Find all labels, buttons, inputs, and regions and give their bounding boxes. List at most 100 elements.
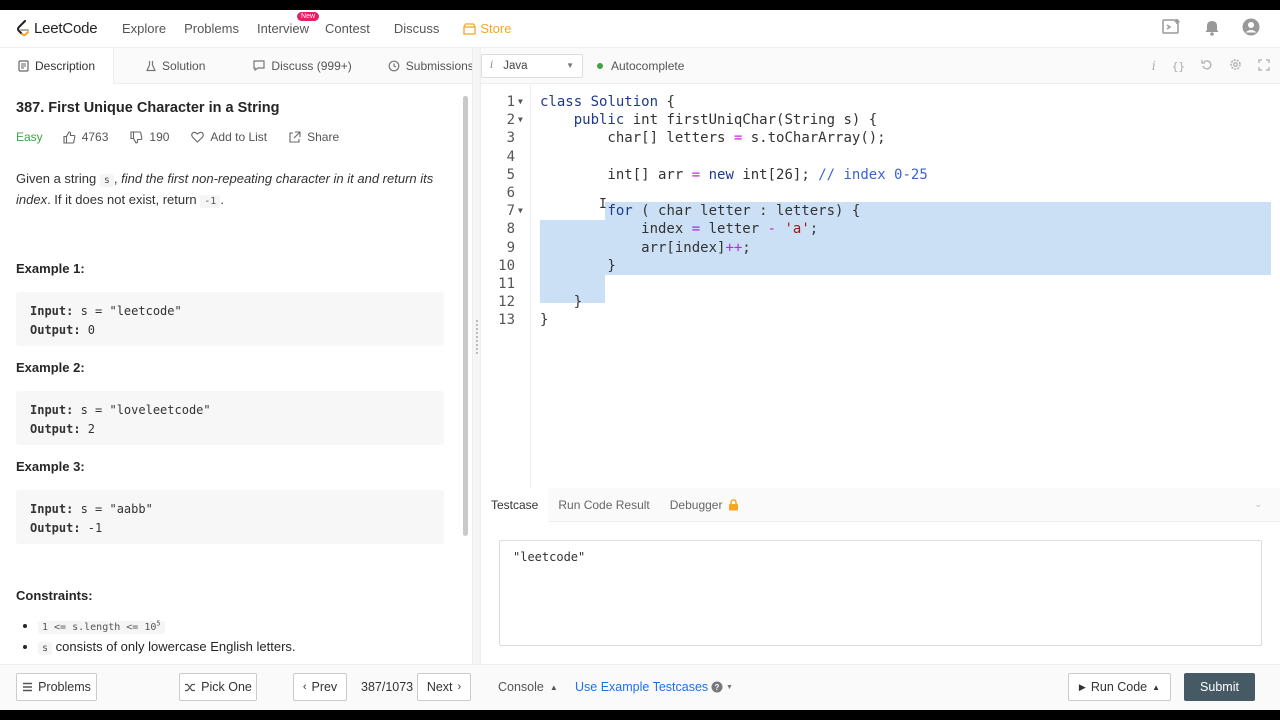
prev-button[interactable]: ‹ Prev (293, 673, 347, 701)
constraint-1-code: 1 <= s.length <= 105 (38, 620, 165, 635)
share-label: Share (307, 130, 340, 144)
fullscreen-icon[interactable] (1258, 58, 1270, 74)
example-3-output: Output: -1 (30, 521, 103, 535)
status-dot-icon (597, 62, 603, 69)
tab-testcase[interactable]: Testcase (481, 487, 549, 522)
playground-icon[interactable] (1162, 18, 1182, 39)
user-avatar-icon[interactable] (1242, 18, 1260, 39)
example-1-input: Input: s = "leetcode" (30, 304, 182, 318)
tab-discuss[interactable]: Discuss (999+) (235, 48, 369, 84)
lock-icon (729, 498, 739, 510)
line-number: 9 (506, 239, 515, 256)
example-3-heading: Example 3: (16, 459, 85, 474)
desc-text-2: , (113, 171, 122, 186)
line-number-gutter: 1 2 3 4 5 6 7 8 9 10 11 12 13 ▼ ▼ ▼ (481, 84, 531, 488)
submit-button[interactable]: Submit (1184, 673, 1255, 701)
constraint-item: 1 <= s.length <= 105 (38, 615, 444, 637)
testcase-panel: "leetcode" (481, 522, 1280, 664)
panel-splitter[interactable] (472, 48, 481, 664)
autocomplete-label: Autocomplete (611, 58, 685, 73)
code-line: public int firstUniqChar(String s) { (573, 112, 878, 129)
collapse-chevron-icon[interactable]: ⌄ (1254, 499, 1262, 510)
tab-run-code-result[interactable]: Run Code Result (548, 488, 659, 522)
tab-description[interactable]: Description (0, 47, 115, 84)
nav-problems[interactable]: Problems (184, 21, 239, 36)
tab-debugger-label: Debugger (669, 497, 723, 512)
problem-meta: Easy 4763 190 Add to List Share (16, 130, 444, 144)
tab-solution[interactable]: Solution (128, 48, 223, 84)
nav-store[interactable]: Store (463, 21, 511, 36)
tab-debugger[interactable]: Debugger (660, 488, 750, 522)
shuffle-icon (185, 683, 196, 691)
next-button[interactable]: Next › (417, 673, 471, 701)
like-count: 4763 (81, 130, 109, 144)
nav-interview[interactable]: Interview New (257, 12, 320, 36)
autocomplete-toggle[interactable]: Autocomplete (597, 59, 684, 73)
reset-icon[interactable] (1201, 59, 1213, 74)
top-navbar: LeetCode Explore Problems Interview New C… (0, 10, 1280, 48)
add-to-list-button[interactable]: Add to List (191, 130, 267, 144)
line-number: 2 (506, 112, 515, 129)
example-1-output: Output: 0 (30, 323, 96, 337)
line-number: 5 (506, 166, 515, 183)
use-example-testcases-link[interactable]: Use Example Testcases (575, 673, 708, 701)
store-icon (463, 22, 477, 35)
play-icon: ▶ (1078, 681, 1086, 692)
console-toggle[interactable]: Console ▲ (498, 673, 558, 701)
problem-tabs: Description Solution Discuss (999+) Subm… (0, 47, 474, 84)
example-3-input: Input: s = "aabb" (30, 502, 153, 516)
editor-toolbar: i Java ▼ Autocomplete i {} (481, 48, 1280, 84)
example-2-input: Input: s = "loveleetcode" (30, 403, 211, 417)
problem-statement: Given a string s, find the first non-rep… (16, 169, 446, 211)
problem-description-panel: 387. First Unique Character in a String … (0, 84, 460, 664)
braces-icon[interactable]: {} (1172, 60, 1185, 73)
fold-arrow-icon[interactable]: ▼ (518, 111, 523, 129)
fold-arrow-icon[interactable]: ▼ (518, 202, 523, 220)
desc-text-1: Given a string (16, 171, 100, 186)
thumbs-down-icon (130, 130, 143, 144)
tab-submissions-label: Submissions (405, 58, 474, 73)
notification-bell-icon[interactable] (1204, 18, 1220, 39)
prev-label: Prev (311, 680, 338, 694)
constraints-heading: Constraints: (16, 588, 93, 603)
code-line: char[] letters = s.toCharArray(); (540, 130, 886, 147)
description-scrollbar[interactable] (463, 96, 468, 536)
text-cursor-icon: I (599, 197, 607, 212)
leetcode-logo[interactable]: LeetCode (16, 19, 112, 38)
nav-explore[interactable]: Explore (122, 21, 166, 36)
info-italic-icon[interactable]: i (1152, 59, 1156, 73)
share-button[interactable]: Share (289, 130, 339, 144)
example-2-heading: Example 2: (16, 360, 85, 375)
difficulty-badge: Easy (16, 130, 43, 144)
nav-contest[interactable]: Contest (325, 21, 370, 36)
code-line: for ( char letter : letters) { (607, 203, 861, 220)
constraint-item: s consists of only lowercase English let… (38, 637, 444, 658)
fold-arrow-icon[interactable]: ▼ (518, 93, 523, 111)
language-select[interactable]: i Java ▼ (481, 53, 583, 78)
line-number: 11 (498, 276, 515, 292)
drag-handle-icon (476, 320, 478, 354)
tab-discuss-label: Discuss (999+) (271, 58, 352, 73)
settings-gear-icon[interactable] (1229, 58, 1242, 74)
clock-icon (388, 60, 400, 71)
like-button[interactable]: 4763 (63, 130, 109, 144)
chevron-down-icon: ▼ (726, 683, 733, 691)
code-line: } (540, 257, 616, 274)
example-3-block: Input: s = "aabb" Output: -1 (16, 490, 444, 544)
question-icon: ? (711, 681, 723, 693)
thumbs-up-icon (63, 130, 76, 144)
help-dropdown[interactable]: ? ▼ (711, 673, 733, 701)
list-icon (23, 682, 33, 692)
line-number: 3 (506, 130, 515, 147)
run-code-button[interactable]: ▶ Run Code ▲ (1068, 673, 1171, 701)
dislike-button[interactable]: 190 (130, 130, 169, 144)
testcase-input[interactable]: "leetcode" (499, 540, 1262, 646)
next-label: Next (426, 680, 453, 694)
nav-discuss[interactable]: Discuss (394, 21, 440, 36)
code-line: int[] arr = new int[26]; // index 0-25 (540, 166, 928, 183)
problems-list-button[interactable]: Problems (16, 673, 97, 701)
problem-index: 387/1073 (361, 680, 414, 694)
chevron-down-icon: ▼ (566, 61, 574, 70)
code-editor[interactable]: 1 2 3 4 5 6 7 8 9 10 11 12 13 ▼ ▼ ▼ clas… (481, 84, 1280, 488)
pick-one-button[interactable]: Pick One (179, 673, 257, 701)
